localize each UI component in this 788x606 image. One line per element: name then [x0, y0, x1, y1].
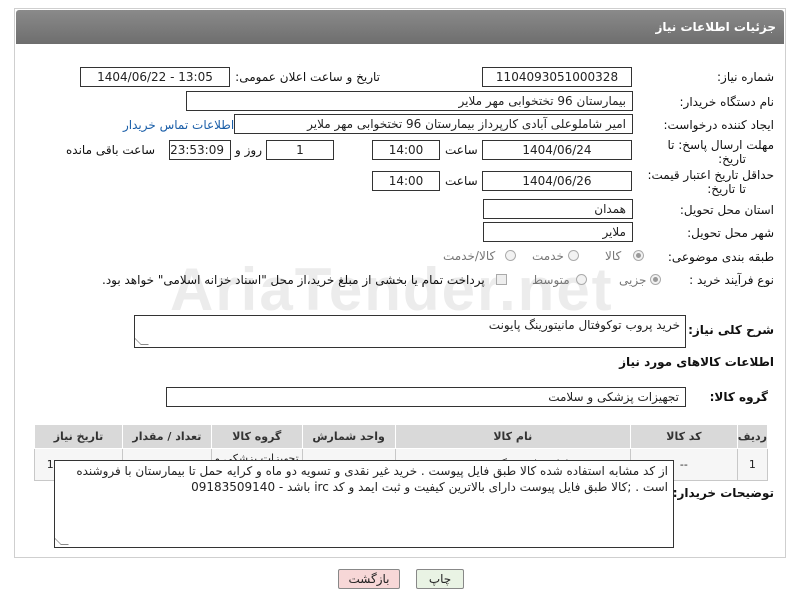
description-text: خرید پروب توکوفتال مانیتورینگ پایونت: [488, 318, 680, 332]
description-field: خرید پروب توکوفتال مانیتورینگ پایونت: [134, 315, 686, 348]
category-radio-service[interactable]: [568, 250, 579, 261]
announce-datetime-label: تاریخ و ساعت اعلان عمومی:: [235, 70, 380, 84]
buyer-org-field: بیمارستان 96 تختخوابی مهر ملایر: [186, 91, 633, 111]
panel-title: جزئیات اطلاعات نیاز: [16, 10, 784, 44]
deadline-date-field: 1404/06/24: [482, 140, 632, 160]
category-option-goods: کالا: [605, 249, 622, 263]
category-label: طبقه بندی موضوعی:: [667, 250, 774, 264]
province-label: استان محل تحویل:: [679, 203, 774, 217]
resize-grip-icon[interactable]: [135, 337, 149, 345]
process-radio-medium[interactable]: [576, 274, 587, 285]
col-quantity: تعداد / مقدار: [121, 424, 212, 449]
treasury-payment-checkbox[interactable]: [496, 274, 507, 285]
requester-label: ایجاد کننده درخواست:: [663, 118, 774, 132]
city-label: شهر محل تحویل:: [687, 226, 774, 240]
col-unit: واحد شمارش: [301, 424, 396, 449]
price-validity-label-1: حداقل تاریخ اعتبار قیمت:: [647, 168, 774, 182]
category-option-goods-service: کالا/خدمت: [443, 249, 496, 263]
deadline-days-field: 1: [266, 140, 334, 160]
table-header-row: ردیف کد کالا نام کالا واحد شمارش گروه کا…: [34, 424, 769, 449]
need-number-field: 1104093051000328: [482, 67, 632, 87]
buyer-notes-text: از کد مشابه استفاده شده کالا طبق فایل پی…: [76, 464, 668, 494]
deadline-label-2: تاریخ:: [718, 152, 746, 166]
announce-datetime-field: 1404/06/22 - 13:05: [80, 67, 230, 87]
deadline-time-label: ساعت: [445, 143, 478, 157]
price-validity-time-field: 14:00: [372, 171, 440, 191]
requester-field: امیر شاملوعلی آبادی کارپرداز بیمارستان 9…: [234, 114, 633, 134]
goods-info-title: اطلاعات کالاهای مورد نیاز: [619, 355, 774, 369]
print-button[interactable]: چاپ: [416, 569, 464, 589]
col-need-date: تاریخ نیاز: [34, 424, 123, 449]
buyer-contact-link[interactable]: اطلاعات تماس خریدار: [123, 118, 234, 132]
goods-group-label: گروه کالا:: [709, 390, 768, 404]
need-number-label: شماره نیاز:: [717, 70, 774, 84]
category-radio-goods-service[interactable]: [505, 250, 516, 261]
col-item-code: کد کالا: [630, 424, 738, 449]
deadline-time-field: 14:00: [372, 140, 440, 160]
col-row-number: ردیف: [736, 424, 769, 449]
back-button[interactable]: بازگشت: [338, 569, 400, 589]
description-label: شرح کلی نیاز:: [688, 323, 774, 337]
process-option-medium: متوسط: [532, 273, 570, 287]
deadline-label-1: مهلت ارسال پاسخ: تا: [667, 138, 774, 152]
buyer-org-label: نام دستگاه خریدار:: [679, 95, 775, 109]
deadline-days-label: روز و: [235, 143, 262, 157]
price-validity-label-2: تا تاریخ:: [707, 182, 746, 196]
treasury-payment-note: پرداخت تمام یا بخشی از مبلغ خرید،از محل …: [102, 273, 485, 287]
goods-group-field: تجهیزات پزشکی و سلامت: [166, 387, 686, 407]
buyer-notes-label: توضیحات خریدار:: [672, 486, 774, 500]
buyer-notes-field: از کد مشابه استفاده شده کالا طبق فایل پی…: [54, 460, 674, 548]
resize-grip-icon[interactable]: [55, 537, 69, 545]
process-option-minor: جزیی: [619, 273, 647, 287]
process-radio-minor[interactable]: [650, 274, 661, 285]
col-item-group: گروه کالا: [210, 424, 303, 449]
col-item-name: نام کالا: [394, 424, 632, 449]
remaining-time-label: ساعت باقی مانده: [66, 143, 156, 157]
category-radio-goods[interactable]: [633, 250, 644, 261]
category-option-service: خدمت: [532, 249, 564, 263]
city-field: ملایر: [483, 222, 633, 242]
province-field: همدان: [483, 199, 633, 219]
remaining-time-field: 23:53:09: [169, 140, 231, 160]
price-validity-time-label: ساعت: [445, 174, 478, 188]
price-validity-date-field: 1404/06/26: [482, 171, 632, 191]
cell-row-number: 1: [736, 448, 769, 481]
process-label: نوع فرآیند خرید :: [689, 273, 774, 287]
